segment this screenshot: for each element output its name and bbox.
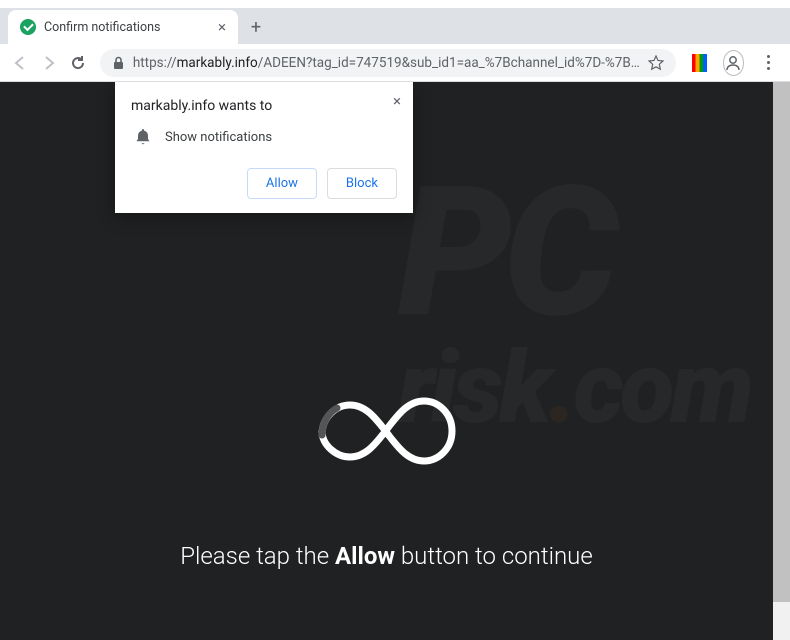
favicon-check-icon [20,19,36,35]
dialog-capability-label: Show notifications [165,130,272,145]
allow-button[interactable]: Allow [247,168,317,199]
browser-menu-button[interactable] [758,55,778,70]
scrollbar-thumb[interactable] [773,82,790,602]
forward-button[interactable] [37,48,62,78]
extension-icon[interactable] [692,54,707,72]
tab-strip: Confirm notifications × + [0,8,790,44]
block-button[interactable]: Block [327,168,397,199]
lock-icon [112,56,125,70]
bell-icon [135,128,151,146]
notification-permission-dialog: × markably.info wants to Show notificati… [115,82,413,213]
dialog-close-button[interactable]: × [393,92,401,110]
window-titlebar [0,0,790,8]
url-text: https://markably.info/ADEEN?tag_id=74751… [133,55,640,71]
reload-button[interactable] [65,48,90,78]
tab-title: Confirm notifications [44,20,210,35]
vertical-scrollbar[interactable] [773,82,790,640]
address-bar[interactable]: https://markably.info/ADEEN?tag_id=74751… [100,49,676,77]
browser-toolbar: https://markably.info/ADEEN?tag_id=74751… [0,44,790,82]
tab-close-button[interactable]: × [218,18,226,36]
browser-tab[interactable]: Confirm notifications × [8,10,238,44]
profile-avatar[interactable] [723,50,745,76]
instruction-text: Please tap the Allow button to continue [0,542,773,570]
dialog-capability-row: Show notifications [135,128,397,146]
dialog-actions: Allow Block [131,168,397,199]
new-tab-button[interactable]: + [242,13,270,41]
page-viewport: PC risk.com Please tap the Allow button … [0,82,790,640]
infinity-spinner [0,392,773,478]
dialog-origin-text: markably.info wants to [131,98,397,114]
back-button[interactable] [8,48,33,78]
bookmark-star-icon[interactable] [648,55,664,71]
